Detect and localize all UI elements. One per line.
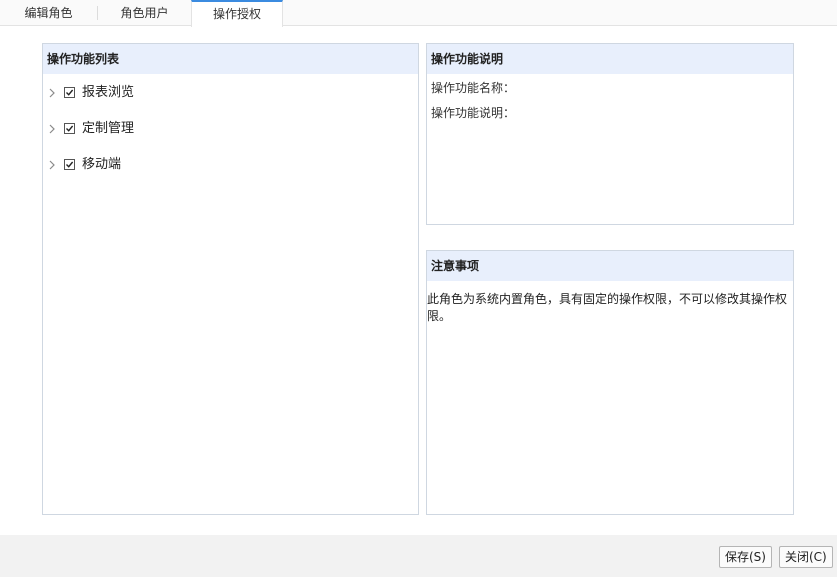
tree-item-label: 定制管理 (82, 121, 135, 136)
operation-list-panel: 操作功能列表 报表浏览 定制管理 移动端 (42, 43, 419, 515)
close-button[interactable]: 关闭(C) (779, 546, 833, 568)
notice-text: 此角色为系统内置角色，具有固定的操作权限，不可以修改其操作权限。 (427, 292, 788, 323)
operation-desc-panel: 操作功能说明 操作功能名称： 操作功能说明： (426, 43, 794, 225)
chevron-right-icon[interactable] (46, 156, 58, 174)
tab-role-users[interactable]: 角色用户 (98, 0, 191, 26)
tab-operation-auth[interactable]: 操作授权 (191, 0, 283, 27)
notice-panel: 注意事项 此角色为系统内置角色，具有固定的操作权限，不可以修改其操作权限。 (426, 250, 794, 515)
mobile-checkbox[interactable] (64, 159, 75, 170)
chevron-right-icon[interactable] (46, 84, 58, 102)
footer-bar: 保存(S) 关闭(C) (0, 535, 837, 577)
operation-list-title: 操作功能列表 (43, 44, 418, 74)
tree-item-label: 报表浏览 (82, 85, 135, 100)
tab-edit-role[interactable]: 编辑角色 (0, 0, 97, 26)
chevron-right-icon[interactable] (46, 120, 58, 138)
operation-name-label: 操作功能名称： (431, 81, 516, 95)
tab-bar: 编辑角色 角色用户 操作授权 (0, 0, 837, 27)
custom-manage-checkbox[interactable] (64, 123, 75, 134)
tree-item-label: 移动端 (82, 157, 122, 172)
save-button[interactable]: 保存(S) (719, 546, 772, 568)
operation-desc-label: 操作功能说明： (431, 106, 516, 120)
notice-title: 注意事项 (427, 251, 793, 281)
operation-desc-title: 操作功能说明 (427, 44, 793, 74)
report-browse-checkbox[interactable] (64, 87, 75, 98)
